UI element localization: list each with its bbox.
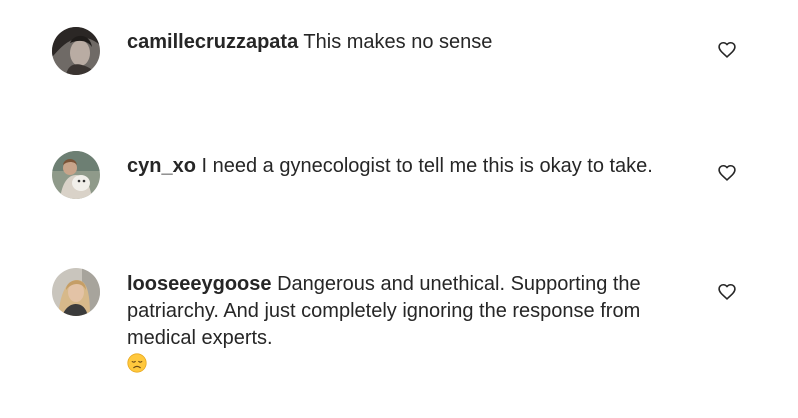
heart-outline-icon[interactable] [717, 40, 737, 60]
comment-body: Dangerous and unethical. Supporting the [277, 273, 641, 295]
comment-item: looseeeygoose Dangerous and unethical. S… [0, 250, 798, 418]
comment-username[interactable]: camillecruzzapata [127, 31, 298, 53]
comment-text: looseeeygoose Dangerous and unethical. S… [127, 271, 641, 373]
comment-username[interactable]: looseeeygoose [127, 273, 272, 295]
comment-item: camillecruzzapata This makes no sense [0, 0, 798, 120]
comment-body: This makes no sense [303, 31, 493, 53]
comment-body: I need a gynecologist to tell me this is… [201, 155, 653, 177]
disappointed-face-emoji [127, 353, 147, 373]
user-avatar[interactable] [52, 27, 100, 75]
user-avatar[interactable] [52, 268, 100, 316]
heart-outline-icon[interactable] [717, 163, 737, 183]
comment-line: looseeeygoose Dangerous and unethical. S… [127, 271, 641, 298]
user-avatar[interactable] [52, 151, 100, 199]
comment-body: medical experts. [127, 327, 273, 349]
comment-text: camillecruzzapata This makes no sense [127, 29, 492, 56]
comment-text: cyn_xo I need a gynecologist to tell me … [127, 153, 653, 180]
heart-outline-icon[interactable] [717, 282, 737, 302]
comment-body: patriarchy. And just completely ignoring… [127, 300, 641, 322]
comment-username[interactable]: cyn_xo [127, 155, 196, 177]
comment-item: cyn_xo I need a gynecologist to tell me … [0, 120, 798, 250]
